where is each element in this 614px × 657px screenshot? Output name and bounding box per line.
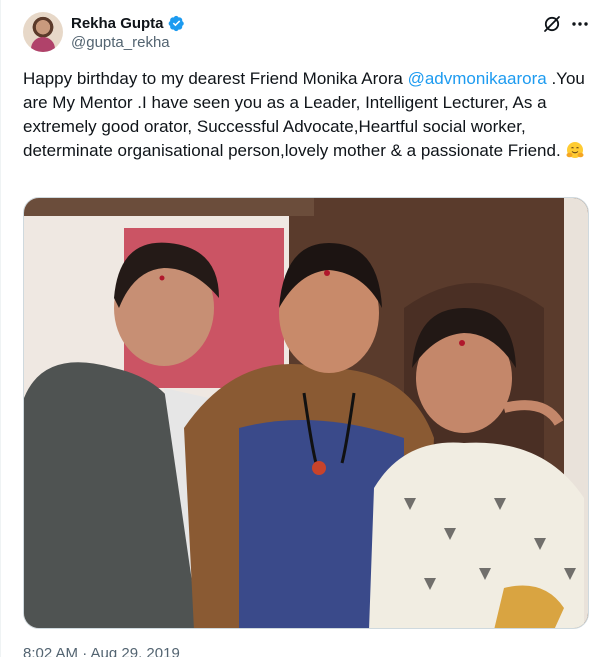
tweet-text-intro: Happy birthday to my dearest Friend Moni… — [23, 69, 408, 88]
tweet-header: Rekha Gupta @gupta_rekha — [23, 12, 593, 54]
timestamp-link[interactable]: 8:02 AM · Aug 29, 2019 — [23, 645, 180, 657]
grok-icon[interactable] — [542, 14, 562, 34]
tweet-timestamp[interactable]: 8:02 AM · Aug 29, 2019 — [23, 645, 180, 657]
tweet-card: Rekha Gupta @gupta_rekha Happy birthday … — [0, 0, 614, 657]
tweet-photo[interactable] — [23, 197, 589, 629]
author-avatar[interactable] — [23, 12, 63, 52]
tweet-text: Happy birthday to my dearest Friend Moni… — [23, 67, 593, 163]
author-display-name[interactable]: Rekha Gupta — [71, 15, 164, 32]
hugging-face-emoji-icon — [565, 140, 585, 160]
photo-illustration — [24, 198, 588, 628]
author-handle[interactable]: @gupta_rekha — [71, 34, 185, 51]
avatar-figure — [31, 37, 55, 52]
display-name-row: Rekha Gupta — [71, 13, 185, 33]
author-names: Rekha Gupta @gupta_rekha — [71, 13, 185, 51]
mention-link[interactable]: @advmonikaarora — [408, 69, 547, 88]
photo-door-top — [24, 198, 314, 216]
verified-badge-icon[interactable] — [168, 15, 185, 32]
more-options-icon[interactable] — [569, 14, 591, 34]
